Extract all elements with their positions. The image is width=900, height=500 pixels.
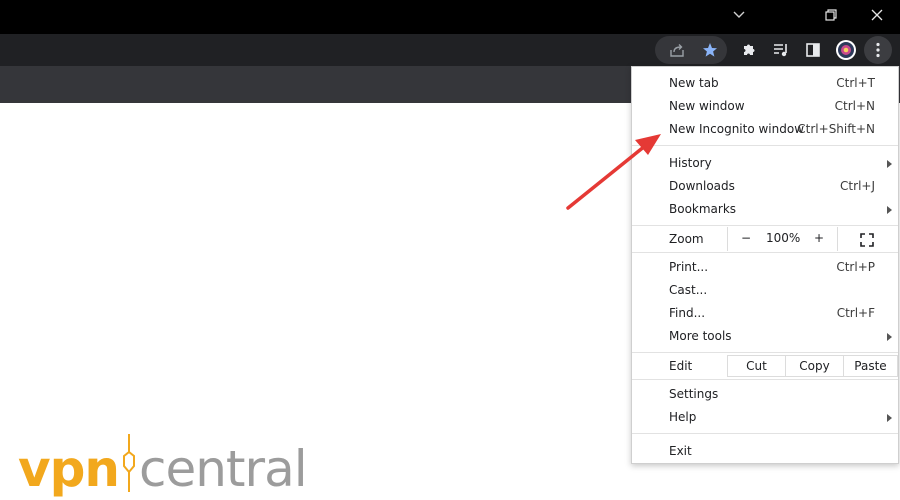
logo-vpn-text: vpn <box>18 440 120 498</box>
annotation-arrow <box>566 134 661 210</box>
logo-central-text: central <box>138 440 308 498</box>
logo-divider-icon <box>122 434 135 492</box>
vpncentral-logo: vpn central <box>18 430 308 498</box>
